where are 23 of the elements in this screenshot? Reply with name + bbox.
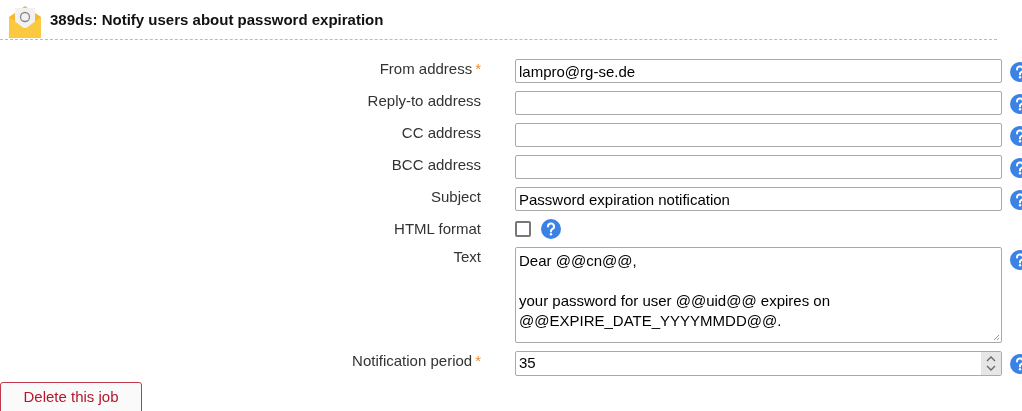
text-field[interactable]: lampro@rg-se.de <box>515 59 1002 83</box>
text-area[interactable]: Dear @@cn@@, your password for user @@uid@@ expires on @@EXPIRE_DATE_YYYYMMDD@@. <box>515 247 1002 343</box>
field-label: BCC address <box>391 155 481 175</box>
field-label: Notification period <box>352 351 473 371</box>
text-field[interactable] <box>515 123 1002 147</box>
field-label: Subject <box>430 187 481 207</box>
required-marker: * <box>475 351 481 371</box>
spinner-arrows-icon[interactable] <box>981 352 1001 375</box>
resize-grip-icon[interactable] <box>993 334 1000 341</box>
number-field[interactable]: 35 <box>515 351 1002 376</box>
field-label: HTML format <box>394 219 481 239</box>
required-marker: * <box>475 59 481 79</box>
field-label: CC address <box>401 123 481 143</box>
delete-button[interactable]: Delete this job <box>0 382 142 411</box>
field-label: Reply-to address <box>367 91 481 111</box>
help-icon[interactable] <box>541 219 561 239</box>
text-field[interactable] <box>515 155 1002 179</box>
field-label: From address <box>379 59 473 79</box>
text-field[interactable]: Password expiration notification <box>515 187 1002 211</box>
field-label: Text <box>453 247 481 267</box>
page-title: 389ds: Notify users about password expiration <box>50 10 384 31</box>
text-field[interactable] <box>515 91 1002 115</box>
checkbox[interactable] <box>515 221 531 237</box>
